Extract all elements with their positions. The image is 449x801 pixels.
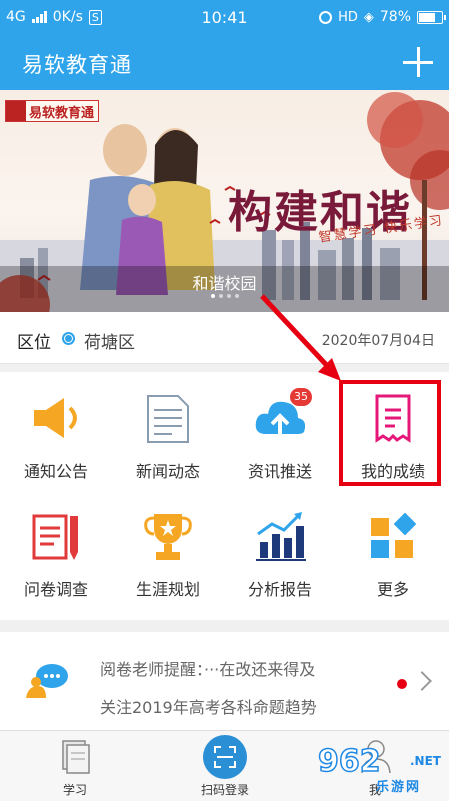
nav-study[interactable]: 学习 (0, 731, 150, 801)
growth-chart-icon (256, 512, 306, 561)
notice-card[interactable]: 阅卷老师提醒：···在改还来得及 关注2019年高考各科命题趋势 (0, 632, 449, 730)
notice-line-2: 关注2019年高考各科命题趋势 (100, 698, 317, 717)
unread-dot (397, 679, 407, 689)
news-document-icon (147, 395, 189, 443)
tile-analysis[interactable]: 分析报告 (224, 490, 336, 608)
survey-pencil-icon (32, 514, 78, 560)
wifi-icon: ◈ (363, 9, 374, 25)
carousel-dot[interactable] (234, 294, 239, 298)
tile-career[interactable]: 生涯规划 (112, 490, 224, 608)
carousel-dot[interactable] (210, 294, 215, 298)
book-stack-icon (62, 740, 90, 774)
watermark-logo: 962 .NET 乐游网 (317, 743, 441, 795)
trophy-icon (144, 514, 192, 560)
nav-scan-login[interactable]: 扫码登录 (150, 731, 300, 801)
banner-logo: 易软教育通 (5, 100, 100, 122)
battery-icon (417, 10, 446, 24)
current-date: 2020年07月04日 (321, 333, 435, 349)
region-bar: 区位 荷塘区 2020年07月04日 (0, 312, 449, 364)
banner-caption: 和谐校园 (192, 274, 257, 293)
chevron-right-icon[interactable] (412, 671, 432, 691)
globe-icon (62, 332, 75, 345)
region-label: 区位 (17, 333, 51, 353)
alarm-icon (319, 10, 333, 24)
tile-news[interactable]: 新闻动态 (112, 372, 224, 490)
notice-line-1: 阅卷老师提醒：···在改还来得及 (100, 660, 316, 679)
scan-icon (203, 735, 247, 779)
plus-icon[interactable] (401, 45, 435, 79)
hd-label: HD (338, 9, 358, 25)
battery-percent: 78% (379, 9, 411, 25)
highlight-box (339, 380, 441, 486)
region-value[interactable]: 荷塘区 (84, 328, 135, 353)
app-title: 易软教育通 (22, 53, 132, 77)
tile-survey[interactable]: 问卷调查 (0, 490, 112, 608)
banner-carousel[interactable]: 易软教育通 构建和谐 智慧学习 快乐学习 和谐校园 (0, 90, 449, 312)
status-bar: 4G 0K/s S 10:41 HD ◈ 78% (0, 0, 449, 36)
carousel-dot[interactable] (226, 294, 231, 298)
more-grid-icon (371, 512, 417, 558)
megaphone-icon (34, 398, 77, 438)
tile-notice[interactable]: 通知公告 (0, 372, 112, 490)
carousel-indicator (0, 294, 449, 298)
chat-bubble-icon (26, 664, 68, 698)
app-header: 易软教育通 (0, 36, 449, 90)
push-badge: 35 (290, 388, 312, 406)
carousel-dot[interactable] (218, 294, 223, 298)
tile-more[interactable]: 更多 (337, 490, 449, 608)
tile-push[interactable]: 35 资讯推送 (224, 372, 336, 490)
